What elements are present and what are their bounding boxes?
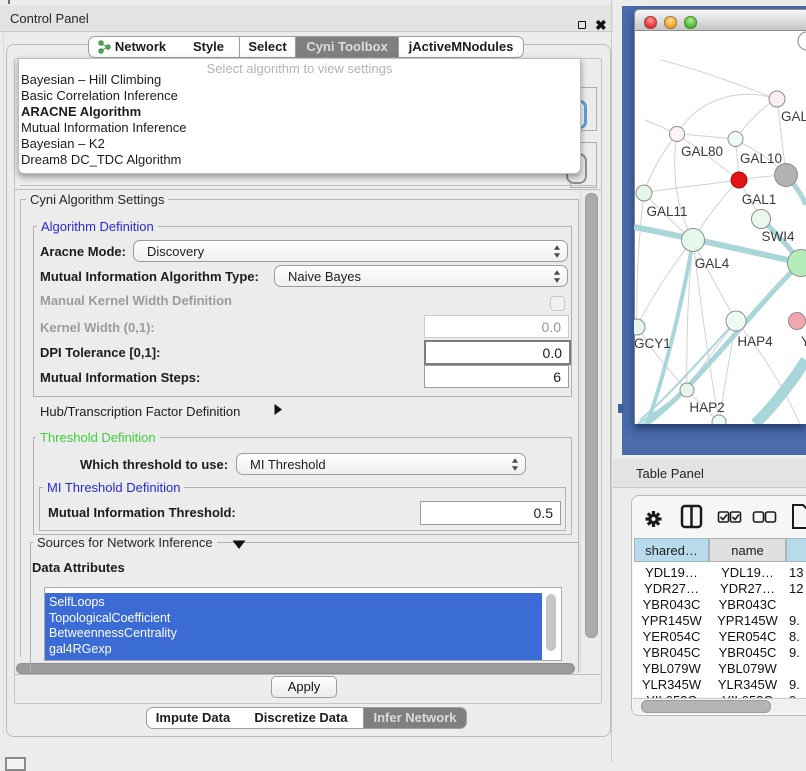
svg-text:SWI4: SWI4 xyxy=(761,229,794,244)
svg-text:GAL1: GAL1 xyxy=(742,192,777,207)
svg-text:HAP4: HAP4 xyxy=(737,334,773,349)
svg-text:HAP2: HAP2 xyxy=(689,400,724,415)
svg-text:GAL11: GAL11 xyxy=(646,204,687,219)
svg-text:GAL4: GAL4 xyxy=(695,256,730,271)
svg-text:GAL80: GAL80 xyxy=(681,144,723,159)
svg-text:GCY1: GCY1 xyxy=(634,336,671,351)
svg-text:GAL2: GAL2 xyxy=(781,109,806,124)
svg-text:Y: Y xyxy=(801,334,806,349)
svg-text:GAL10: GAL10 xyxy=(740,151,782,166)
